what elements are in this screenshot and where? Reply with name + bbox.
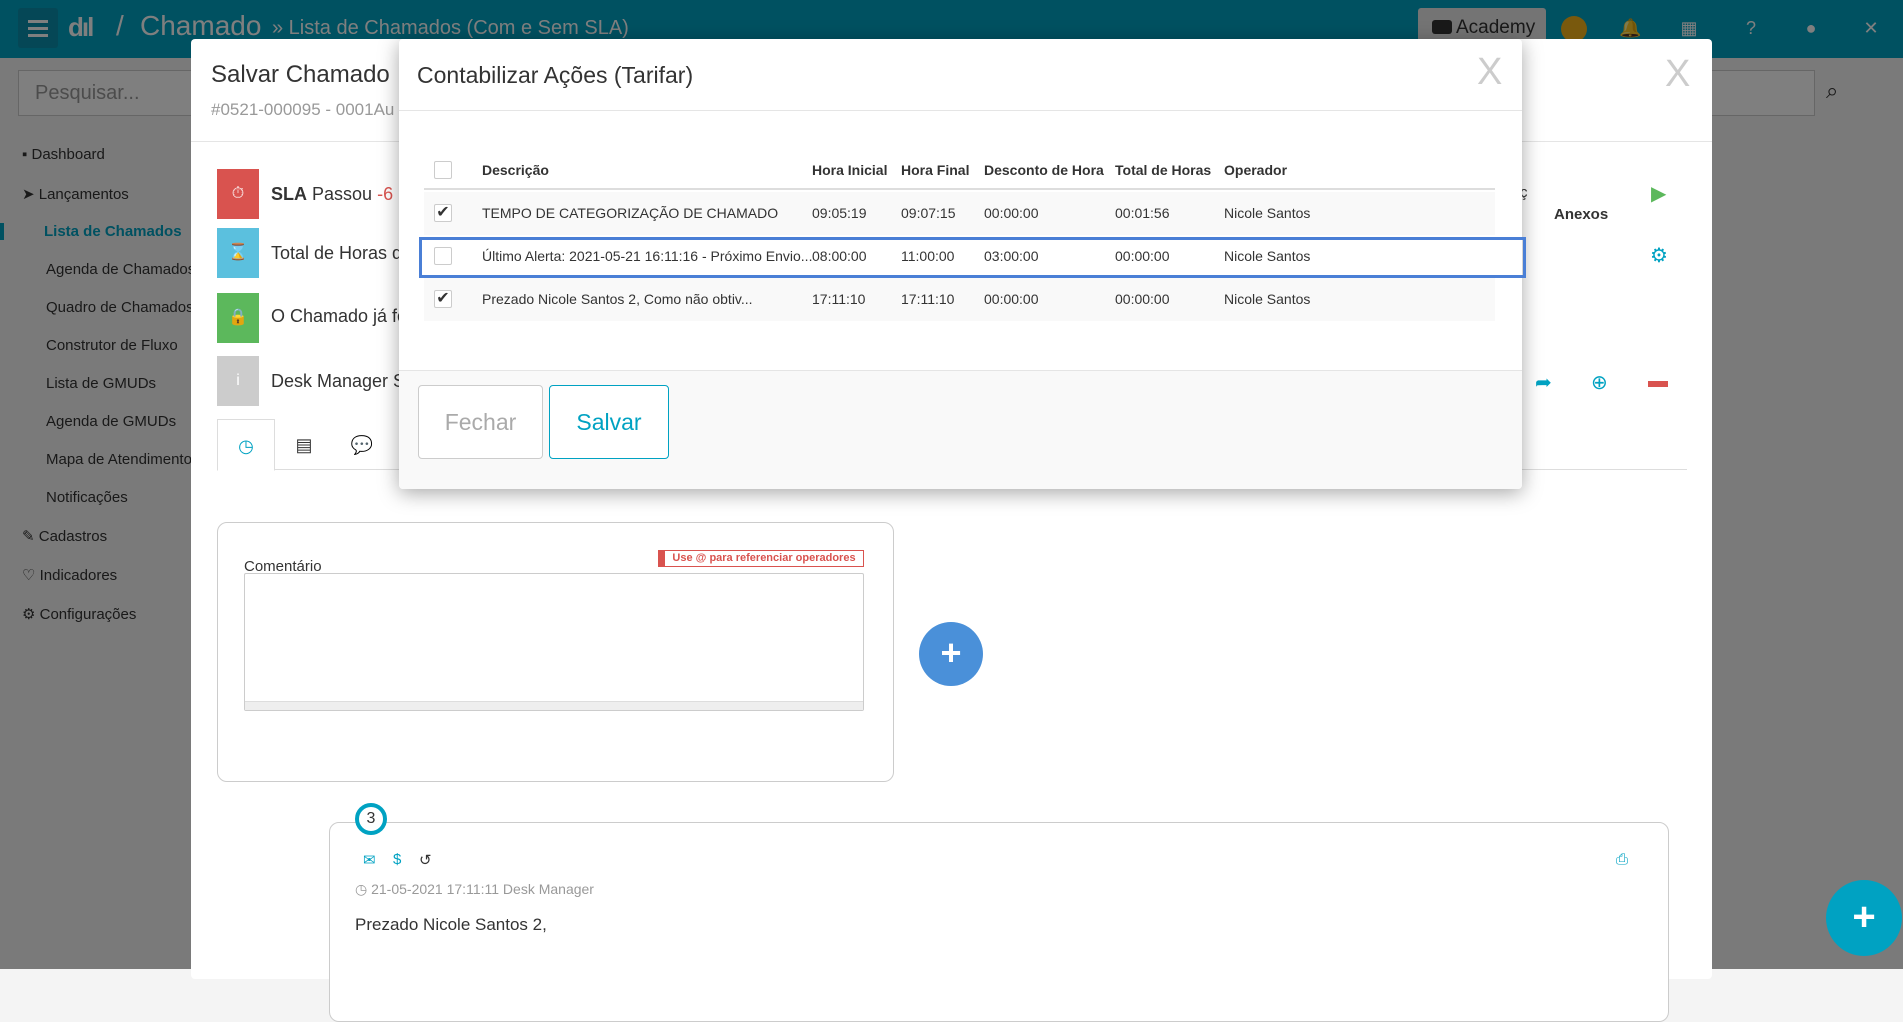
timeline-meta-text: 21-05-2021 17:11:11 Desk Manager [371,881,594,897]
cell-descricao: TEMPO DE CATEGORIZAÇÃO DE CHAMADO [482,205,779,221]
cell-operador: Nicole Santos [1224,291,1311,307]
hourglass-icon: ⌛ [217,228,259,278]
divider [399,370,1522,371]
cell-hora-inicial: 17:11:10 [812,291,866,307]
table-row[interactable]: Último Alerta: 2021-05-21 16:11:16 - Pró… [424,235,1495,278]
tab-comments-icon[interactable]: 💬 [333,419,391,471]
header-desconto: Desconto de Hora [984,162,1104,178]
envelope-icon[interactable]: ✉ [363,851,376,869]
tab-list-icon[interactable]: ▤ [275,419,333,471]
tarifar-modal-title: Contabilizar Ações (Tarifar) [417,62,694,88]
cell-hora-final: 11:00:00 [901,248,955,264]
header-operador: Operador [1224,162,1288,178]
table-header: Descrição Hora Inicial Hora Final Descon… [424,150,1495,190]
forward-icon[interactable]: ➦ [1535,370,1552,395]
info-icon: i [217,356,259,406]
fechar-button[interactable]: Fechar [418,385,543,459]
print-icon[interactable]: ⎙ [1616,851,1628,868]
add-comment-button[interactable]: + [919,622,983,686]
ticket-modal-subtitle: #0521-000095 - 0001Au [211,100,395,119]
timeline-number-badge: 3 [355,803,387,835]
sla-text: Passou [312,184,373,204]
dollar-icon[interactable]: $ [393,851,401,868]
cell-operador: Nicole Santos [1224,248,1311,264]
cell-descricao: Último Alerta: 2021-05-21 16:11:16 - Pró… [482,248,813,264]
floating-add-button[interactable]: + [1826,880,1902,956]
divider [399,110,1522,111]
play-icon[interactable]: ▶ [1651,181,1666,206]
cell-hora-final: 09:07:15 [901,205,956,221]
table-row[interactable]: ✔ Prezado Nicole Santos 2, Como não obti… [424,278,1495,321]
salvar-button[interactable]: Salvar [549,385,669,459]
history-icon[interactable]: ↺ [419,851,432,869]
sla-status: SLA Passou -6 h [271,184,408,205]
textarea-resize-handle[interactable] [245,701,863,710]
cell-descricao: Prezado Nicole Santos 2, Como não obtiv.… [482,291,753,307]
cell-hora-inicial: 08:00:00 [812,248,867,264]
row-checkbox[interactable]: ✔ [434,204,452,222]
ticket-modal-title: Salvar Chamado [211,61,390,88]
briefcase-icon[interactable]: ▬ [1648,370,1668,393]
cell-total: 00:00:00 [1115,291,1170,307]
cell-desconto: 00:00:00 [984,291,1039,307]
row-checkbox[interactable]: ✔ [434,290,452,308]
sla-clock-icon: ⏱ [217,169,259,219]
comment-card: Comentário Use @ para referenciar operad… [217,522,894,782]
header-total: Total de Horas [1115,162,1212,178]
mention-hint-badge: Use @ para referenciar operadores [658,550,864,567]
tarifar-modal: Contabilizar Ações (Tarifar) X Descrição… [399,39,1526,489]
cell-hora-inicial: 09:05:19 [812,205,867,221]
timeline-meta: ◷ 21-05-2021 17:11:11 Desk Manager [355,881,594,897]
locked-status-text: O Chamado já fo [271,306,408,326]
sla-label: SLA [271,184,307,204]
table-row[interactable]: ✔ TEMPO DE CATEGORIZAÇÃO DE CHAMADO 09:0… [424,192,1495,235]
info-text: Desk Manager S [271,371,406,391]
header-descricao: Descrição [482,162,549,178]
select-all-checkbox[interactable] [434,161,452,179]
cell-desconto: 00:00:00 [984,205,1039,221]
gear-icon[interactable]: ⚙ [1650,243,1668,268]
comment-textarea[interactable] [244,573,864,711]
add-circle-icon[interactable]: ⊕ [1591,370,1608,395]
timeline-body: Prezado Nicole Santos 2, [355,915,547,934]
ticket-modal-close-button[interactable]: X [1665,53,1690,96]
lock-icon: 🔒 [217,293,259,343]
cell-total: 00:01:56 [1115,205,1170,221]
hours-total-text: Total de Horas d [271,243,403,263]
cell-operador: Nicole Santos [1224,205,1311,221]
cell-total: 00:00:00 [1115,248,1170,264]
row-checkbox[interactable] [434,247,452,265]
header-hora-inicial: Hora Inicial [812,162,888,178]
cell-hora-final: 17:11:10 [901,291,955,307]
header-hora-final: Hora Final [901,162,970,178]
column-anexos: Anexos [1554,206,1609,223]
tarifar-modal-close-button[interactable]: X [1477,51,1502,94]
cell-desconto: 03:00:00 [984,248,1039,264]
tab-clock-icon[interactable]: ◷ [217,419,275,471]
